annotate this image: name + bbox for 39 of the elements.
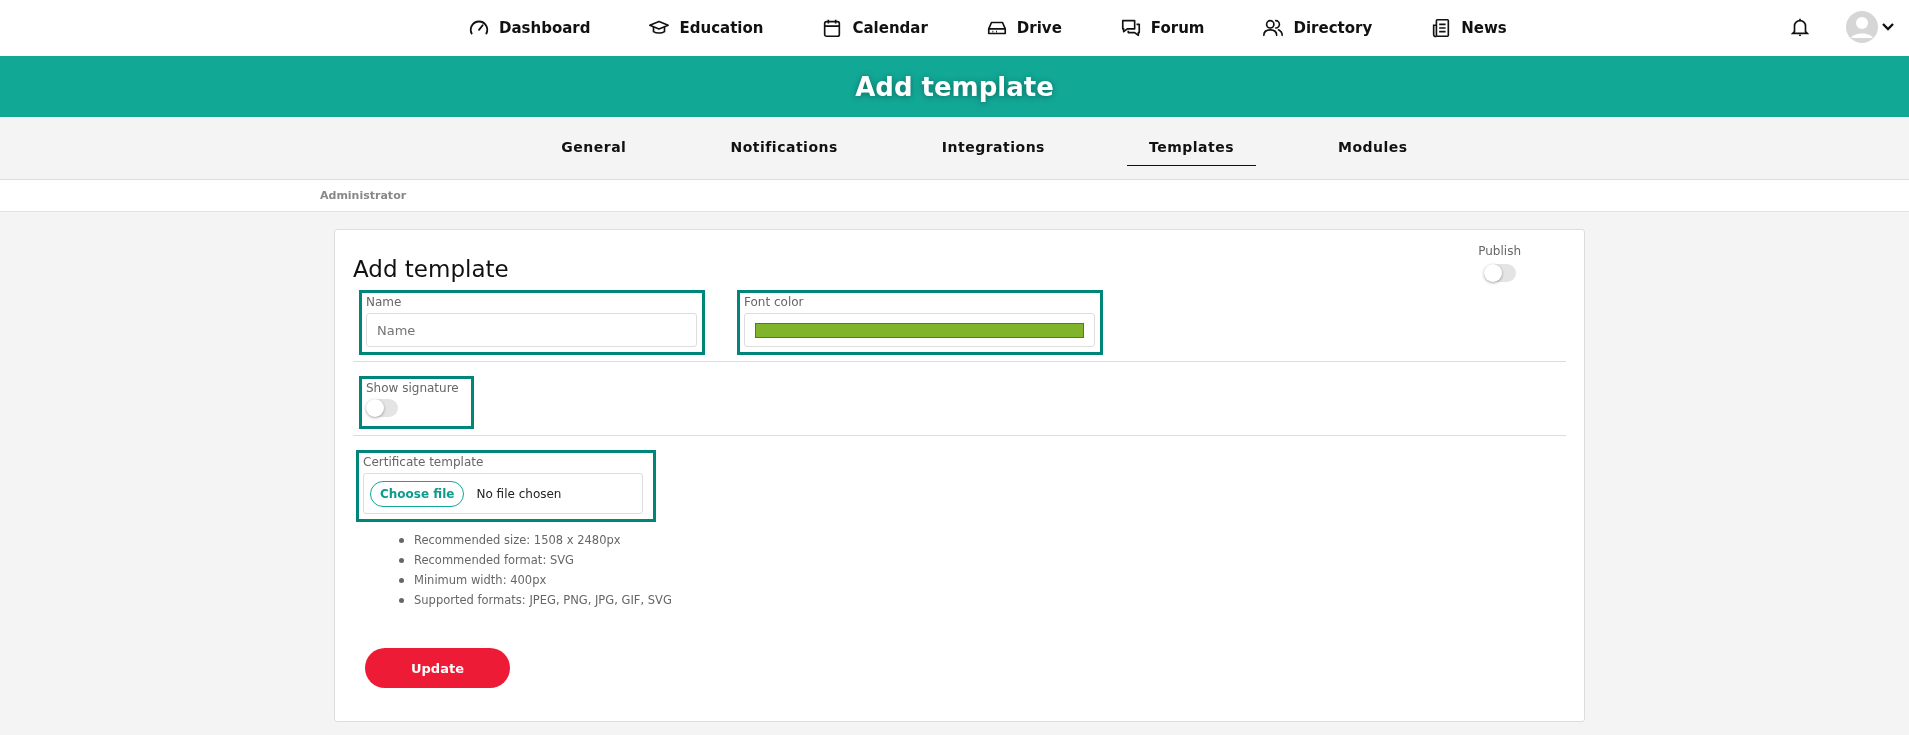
- tab[interactable]: Templates: [1126, 130, 1256, 166]
- people-icon: [1262, 17, 1285, 39]
- signature-toggle[interactable]: [366, 399, 398, 417]
- bullet-dot: [399, 597, 404, 603]
- tab[interactable]: Notifications: [708, 130, 860, 166]
- chat-bubbles-icon: [1119, 17, 1142, 39]
- field-label: Certificate template: [363, 455, 485, 469]
- nav-link[interactable]: Calendar: [821, 17, 928, 39]
- nav-link[interactable]: Dashboard: [468, 17, 591, 39]
- update-button[interactable]: Update: [365, 648, 510, 688]
- hint-text: Recommended size: 1508 x 2480px: [414, 532, 621, 548]
- tab[interactable]: General: [539, 130, 649, 166]
- breadcrumb[interactable]: Administrator: [320, 189, 407, 202]
- field-label: Show signature: [366, 381, 460, 395]
- field-label: Name: [366, 295, 403, 309]
- chevron-down-icon[interactable]: [1881, 22, 1895, 32]
- hint-text: Minimum width: 400px: [414, 572, 547, 588]
- bullet-dot: [399, 577, 404, 583]
- file-status: No file chosen: [476, 486, 562, 501]
- publish-toggle[interactable]: [1483, 264, 1516, 282]
- tab[interactable]: Integrations: [919, 130, 1067, 166]
- hint-text: Recommended format: SVG: [414, 552, 574, 568]
- bullet-dot: [399, 537, 404, 543]
- bell-icon[interactable]: [1789, 16, 1811, 38]
- file-input[interactable]: Choose file No file chosen: [363, 473, 643, 514]
- field-label: Font color: [744, 295, 805, 309]
- nav-link[interactable]: Forum: [1119, 17, 1205, 39]
- hint-text: Supported formats: JPEG, PNG, JPG, GIF, SVG: [414, 592, 672, 608]
- nav-link[interactable]: Education: [648, 17, 764, 39]
- nav-link[interactable]: Drive: [985, 17, 1062, 39]
- nav-link[interactable]: Directory: [1262, 17, 1373, 39]
- bullet-dot: [399, 557, 404, 563]
- name-input[interactable]: Name: [366, 313, 697, 347]
- page-title: Add template: [855, 71, 1054, 102]
- publish-label: Publish: [1478, 244, 1521, 258]
- color-picker-field[interactable]: [744, 313, 1095, 347]
- form-title: Add template: [353, 256, 509, 282]
- tab[interactable]: Modules: [1316, 130, 1430, 166]
- nav-link[interactable]: News: [1430, 17, 1507, 39]
